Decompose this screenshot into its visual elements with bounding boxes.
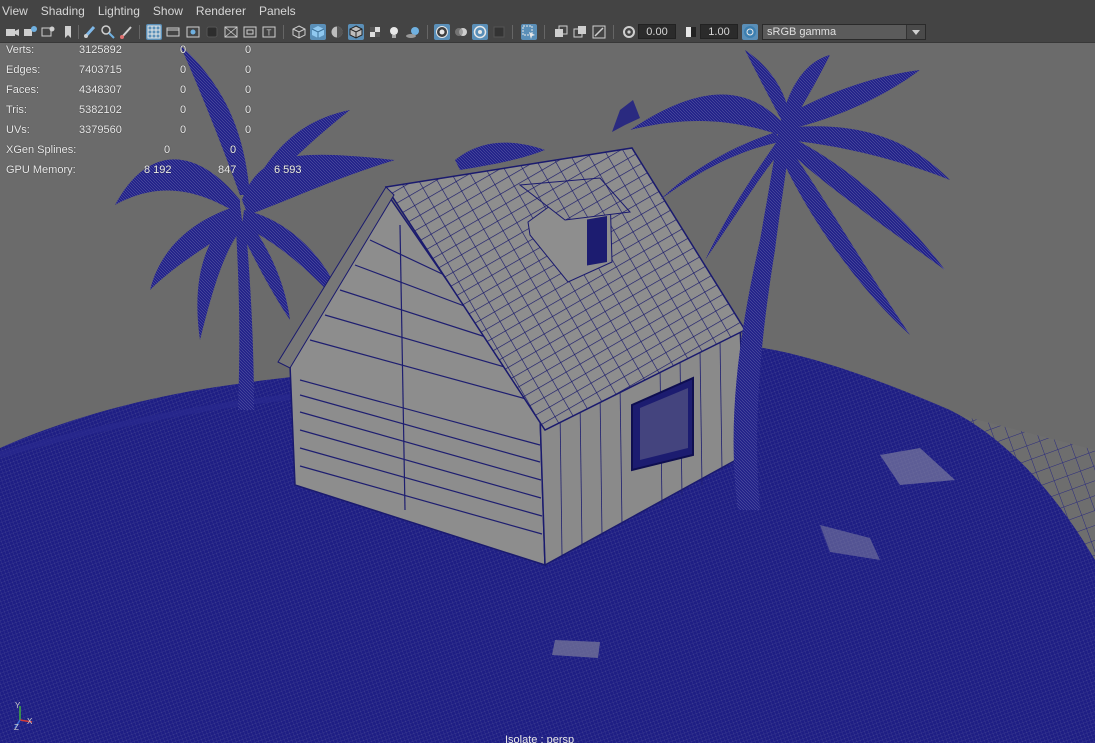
color-space-dropdown[interactable]: sRGB gamma <box>762 24 926 40</box>
isolate-select-icon[interactable] <box>521 24 537 40</box>
hud-verts-label: Verts: <box>6 44 35 56</box>
camera-icon[interactable] <box>4 24 20 40</box>
hud-edges-selected: 0 <box>180 64 187 76</box>
color-management-icon[interactable] <box>742 24 758 40</box>
axis-y-label: Y <box>15 701 21 710</box>
brush-icon[interactable] <box>118 24 134 40</box>
shadows-icon[interactable] <box>405 24 421 40</box>
hud-tris-selected: 0 <box>180 104 187 116</box>
hud-gpu-value-2: 847 <box>218 164 237 176</box>
hud-gpu-label: GPU Memory: <box>6 164 76 176</box>
hud-verts-value: 3125892 <box>79 44 122 56</box>
screen-space-ao-icon[interactable] <box>434 24 450 40</box>
gamma-icon[interactable] <box>683 24 699 40</box>
field-chart-icon[interactable] <box>223 24 239 40</box>
hud-faces-label: Faces: <box>6 84 40 96</box>
hud-verts-selected: 0 <box>180 44 187 56</box>
hud-uvs-highlighted: 0 <box>245 124 252 136</box>
menu-show[interactable]: Show <box>149 0 192 22</box>
safe-action-icon[interactable] <box>242 24 258 40</box>
hud-uvs-value: 3379560 <box>79 124 122 136</box>
hud-xgen-label: XGen Splines: <box>6 144 77 156</box>
depth-of-field-icon[interactable] <box>491 24 507 40</box>
hud-gpu-value-3: 6 593 <box>274 164 302 176</box>
menu-view[interactable]: View <box>0 0 37 22</box>
safe-title-icon[interactable]: T <box>261 24 277 40</box>
hud-uvs-selected: 0 <box>180 124 187 136</box>
axis-z-label: Z <box>14 723 19 732</box>
maya-viewport-window: View Shading Lighting Show Renderer Pane… <box>0 0 1095 743</box>
hud-tris-highlighted: 0 <box>245 104 252 116</box>
hud-tris-label: Tris: <box>6 104 27 116</box>
gamma-field[interactable]: 1.00 <box>700 24 738 39</box>
hud-xgen-highlighted: 0 <box>230 144 237 156</box>
textured-icon[interactable] <box>367 24 383 40</box>
hud-faces-selected: 0 <box>180 84 187 96</box>
resolution-gate-icon[interactable] <box>185 24 201 40</box>
hud-edges-value: 7403715 <box>79 64 122 76</box>
2d-pan-zoom-icon[interactable] <box>100 24 116 40</box>
xray-icon[interactable] <box>553 24 569 40</box>
hud-uvs-label: UVs: <box>6 124 30 136</box>
color-space-label: sRGB gamma <box>767 26 837 38</box>
hud-faces-value: 4348307 <box>79 84 122 96</box>
panel-menu-bar: View Shading Lighting Show Renderer Pane… <box>0 0 1095 22</box>
hud-tris-value: 5382102 <box>79 104 122 116</box>
menu-shading[interactable]: Shading <box>37 0 94 22</box>
smooth-shade-icon[interactable] <box>310 24 326 40</box>
axis-x-label: X <box>27 717 33 726</box>
wireframe-icon[interactable] <box>291 24 307 40</box>
wireframe-on-shaded-icon[interactable] <box>348 24 364 40</box>
image-plane-icon[interactable] <box>40 24 56 40</box>
camera-name-label: Isolate : persp <box>505 734 575 743</box>
menu-lighting[interactable]: Lighting <box>94 0 149 22</box>
hud-edges-highlighted: 0 <box>245 64 252 76</box>
menu-renderer[interactable]: Renderer <box>192 0 255 22</box>
panel-toolbar: T 0.00 1.00 sRGB gamma <box>0 22 1095 43</box>
camera-attributes-icon[interactable] <box>22 24 38 40</box>
hud-xgen-selected: 0 <box>164 144 171 156</box>
svg-text:T: T <box>267 29 272 38</box>
anti-aliasing-icon[interactable] <box>472 24 488 40</box>
xray-joints-icon[interactable] <box>591 24 607 40</box>
menu-panels[interactable]: Panels <box>255 0 305 22</box>
exposure-icon[interactable] <box>621 24 637 40</box>
bookmark-icon[interactable] <box>60 24 76 40</box>
motion-blur-icon[interactable] <box>453 24 469 40</box>
exposure-field[interactable]: 0.00 <box>638 24 676 39</box>
hud-faces-highlighted: 0 <box>245 84 252 96</box>
default-lighting-icon[interactable] <box>329 24 345 40</box>
grid-icon[interactable] <box>146 24 162 40</box>
lights-icon[interactable] <box>386 24 402 40</box>
gate-mask-icon[interactable] <box>204 24 220 40</box>
film-gate-icon[interactable] <box>165 24 181 40</box>
hud-gpu-value-1: 8 192 <box>144 164 172 176</box>
grease-pencil-icon[interactable] <box>82 24 98 40</box>
hud-edges-label: Edges: <box>6 64 41 76</box>
chevron-down-icon[interactable] <box>906 25 925 39</box>
xray-active-icon[interactable] <box>572 24 588 40</box>
hud-verts-highlighted: 0 <box>245 44 252 56</box>
